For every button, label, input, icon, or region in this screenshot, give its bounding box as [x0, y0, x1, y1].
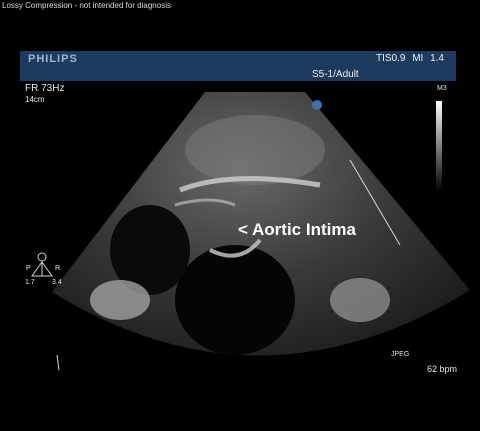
grayscale-bar — [436, 101, 442, 191]
orientation-left-letter: P — [26, 265, 31, 272]
frame-rate: FR 73Hz — [25, 83, 65, 94]
tis-mi-readout: TIS0.9 MI 1.4 — [375, 53, 444, 64]
heart-rate: 62 bpm — [427, 364, 458, 374]
map-label: M3 — [437, 85, 447, 92]
lossy-notice: Lossy Compression - not intended for dia… — [2, 1, 171, 10]
scan-sector — [52, 92, 470, 356]
orientation-right-letter: R — [55, 265, 61, 272]
orientation-left-value: 1.7 — [25, 279, 35, 286]
probe-label: S5-1/Adult — [312, 69, 359, 80]
aortic-intima-annotation: < Aortic Intima — [238, 220, 356, 239]
probe-marker-icon — [312, 100, 322, 110]
orientation-triangle-icon — [31, 261, 53, 277]
orientation-right-value: 3.4 — [52, 279, 62, 286]
scale-tick — [56, 354, 60, 371]
brand-label: PHILIPS — [28, 53, 78, 65]
orientation-marker-icon — [37, 252, 47, 262]
depth-readout: 14cm — [25, 95, 45, 104]
jpeg-label: JPEG — [391, 351, 410, 358]
